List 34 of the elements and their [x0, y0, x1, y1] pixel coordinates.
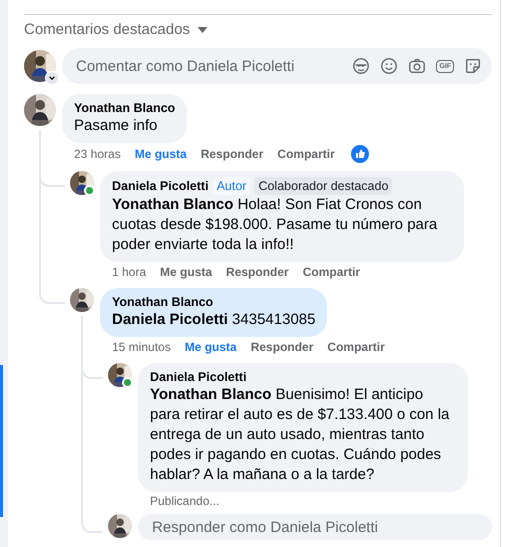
author-name[interactable]: Daniela Picoletti [150, 369, 247, 385]
author-name[interactable]: Yonathan Blanco [112, 294, 214, 310]
avatar-sticker-icon[interactable] [352, 57, 370, 75]
share-link[interactable]: Compartir [327, 339, 385, 355]
share-link[interactable]: Compartir [277, 146, 335, 162]
author-name[interactable]: Daniela Picoletti [112, 178, 209, 194]
reply-link[interactable]: Responder [226, 264, 289, 280]
like-reaction-icon[interactable] [350, 145, 369, 163]
thread-connector [81, 509, 103, 533]
reply-link[interactable]: Responder [250, 339, 314, 355]
camera-icon[interactable] [408, 57, 426, 75]
comment-text: Daniela Picoletti 3435413085 [112, 310, 316, 330]
comment-text: Yonathan Blanco Holaa! Son Fiat Cronos con cuotas desde $198.000. Pasame tu número para poder enviarte toda la info!! [112, 195, 438, 255]
sort-dropdown[interactable]: Comentarios destacados [24, 21, 208, 38]
contributor-label: Colaborador destacado [254, 177, 392, 195]
emoji-icon[interactable] [380, 57, 398, 75]
comment-text: Yonathan Blanco Buenisimo! El anticipo para retirar el auto es de $7.133.400 o con la entrega de un auto usado, mientras tanto podes ir pagando en cuotas. Cuándo podes hablar? A la mañana o a la tarde? [150, 385, 450, 485]
comment-text: Pasame info [74, 116, 158, 136]
reply-field[interactable]: Responder como Daniela Picoletti [138, 514, 492, 540]
author-label: Autor [212, 177, 250, 195]
like-link[interactable]: Me gusta [184, 339, 237, 355]
timestamp[interactable]: 15 minutos [112, 339, 171, 355]
timestamp[interactable]: 23 horas [74, 146, 121, 162]
like-link[interactable]: Me gusta [160, 264, 212, 280]
like-link[interactable]: Me gusta [134, 146, 187, 162]
caret-icon [196, 26, 208, 32]
chevron-icon[interactable] [45, 71, 59, 85]
thread-connector [39, 280, 65, 304]
author-name[interactable]: Yonathan Blanco [74, 100, 176, 116]
reply-link[interactable]: Responder [200, 146, 264, 162]
sticker-icon[interactable] [464, 57, 482, 75]
posting-status: Publicando... [149, 493, 220, 509]
timestamp[interactable]: 1 hora [112, 264, 146, 280]
share-link[interactable]: Compartir [302, 264, 360, 280]
